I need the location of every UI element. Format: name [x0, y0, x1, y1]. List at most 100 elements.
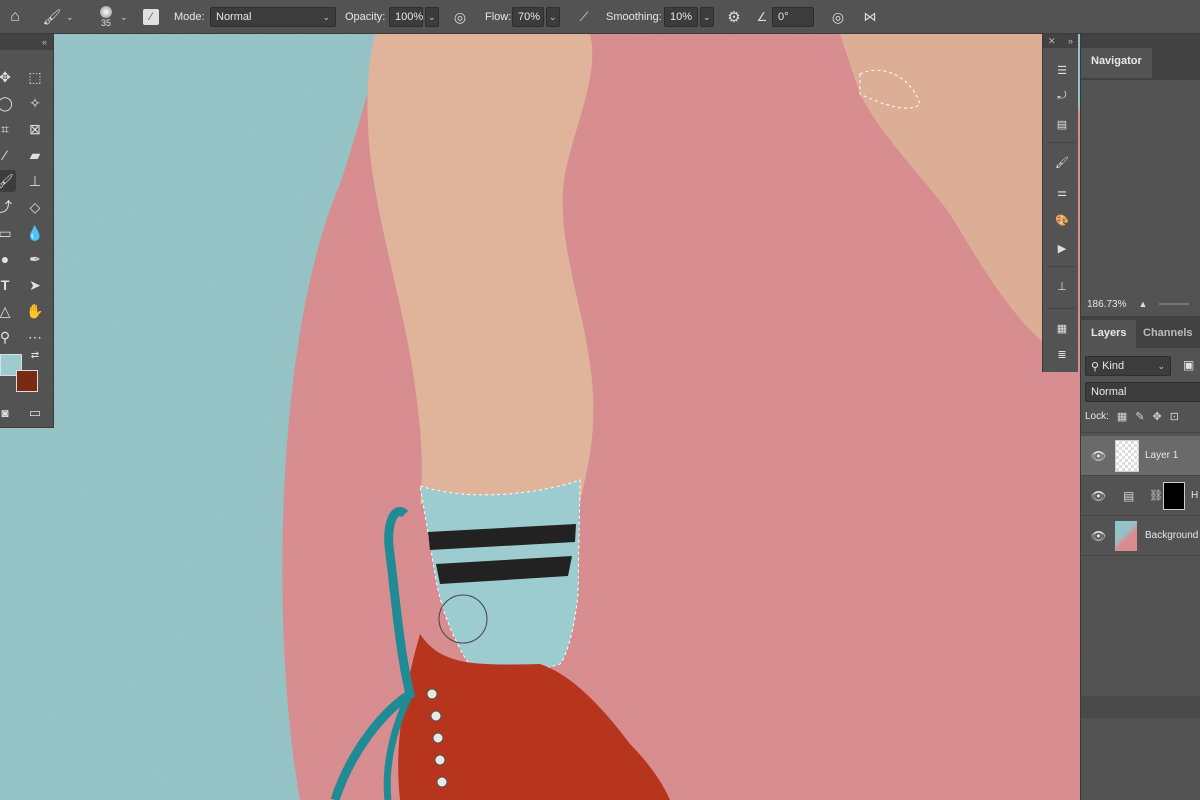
gradient-tool-icon[interactable]: ▭	[0, 222, 16, 244]
zoom-slider[interactable]	[1159, 303, 1190, 305]
smoothing-input[interactable]: 10%	[664, 7, 698, 27]
chevron-down-icon[interactable]: ⌄	[120, 0, 128, 34]
chevron-down-icon: ⌄	[1157, 360, 1165, 371]
navigator-zoom-value[interactable]: 186.73%	[1087, 299, 1126, 310]
blur-tool-icon[interactable]: 💧	[24, 222, 46, 244]
magic-wand-tool-icon[interactable]: ✧	[24, 92, 46, 114]
history-brush-tool-icon[interactable]: ⤴	[0, 196, 16, 218]
layers-panel: Layers Channels ⚲ Kind ⌄ ▣ Normal Lock: …	[1080, 316, 1200, 800]
actions-play-icon[interactable]: ▶	[1052, 238, 1072, 258]
lock-artboard-icon[interactable]: ⊡	[1170, 410, 1179, 423]
brush-tool-icon[interactable]: 🖌	[0, 170, 16, 192]
brush-preset-icon[interactable]: 🖌	[40, 0, 64, 34]
chevron-down-icon: ⌄	[322, 11, 330, 22]
lock-pixels-icon[interactable]: ✎	[1135, 410, 1144, 423]
panel-icon-strip: ✕ » ☰ ⤾ ▤ 🖌 ⚌ 🎨 ▶ ⊥ ▦ ≣	[1042, 34, 1078, 372]
notes-icon[interactable]: ▦	[1052, 318, 1072, 338]
collapse-toolbar-button[interactable]: «	[0, 34, 53, 50]
clone-stamp-tool-icon[interactable]: ⊥	[24, 170, 46, 192]
gear-icon[interactable]: ⚙	[724, 0, 744, 34]
crop-tool-icon[interactable]: ⌗	[0, 118, 16, 140]
airbrush-icon[interactable]: ⟋	[573, 0, 595, 34]
background-color-swatch[interactable]	[16, 370, 38, 392]
path-selection-tool-icon[interactable]: ➤	[24, 274, 46, 296]
clone-source-icon[interactable]: ⊥	[1052, 276, 1072, 296]
layer-mask-thumbnail[interactable]	[1163, 481, 1185, 510]
more-tools-icon[interactable]: ⋯	[24, 326, 46, 348]
shape-tool-icon[interactable]: △	[0, 300, 16, 322]
image-filter-icon[interactable]: ▣	[1183, 358, 1194, 372]
visibility-eye-icon[interactable]: 👁	[1091, 489, 1106, 503]
home-icon[interactable]: ⌂	[4, 0, 26, 34]
layer-name[interactable]: Layer 1	[1145, 450, 1178, 461]
mode-value: Normal	[216, 11, 252, 23]
layer-name[interactable]: Background	[1145, 530, 1198, 541]
flow-dropdown[interactable]: ⌄	[546, 7, 560, 27]
pressure-size-icon[interactable]: ◎	[828, 0, 848, 34]
adjustments-icon[interactable]: ☰	[1052, 60, 1072, 80]
brush-tip-icon	[100, 6, 112, 18]
chevron-down-icon[interactable]: ⌄	[66, 0, 74, 34]
smoothing-dropdown[interactable]: ⌄	[700, 7, 714, 27]
angle-icon: ∠	[756, 10, 768, 24]
frame-tool-icon[interactable]: ⊠	[24, 118, 46, 140]
navigator-panel: Navigator 186.73% ▲	[1080, 34, 1200, 316]
hand-tool-icon[interactable]: ✋	[24, 300, 46, 322]
expand-panels-icon[interactable]: »	[1068, 34, 1073, 48]
layer-filter-select[interactable]: ⚲ Kind ⌄	[1085, 356, 1171, 376]
tab-channels[interactable]: Channels	[1133, 320, 1200, 348]
dodge-tool-icon[interactable]: ●	[0, 248, 16, 270]
layer-thumbnail	[1115, 439, 1139, 472]
layer-row[interactable]: 👁 Background	[1081, 516, 1200, 556]
lock-position-icon[interactable]: ✥	[1153, 410, 1162, 423]
tab-navigator[interactable]: Navigator	[1081, 48, 1152, 78]
brush-size-picker[interactable]: 35	[96, 0, 116, 34]
pen-tool-icon[interactable]: ✒	[24, 248, 46, 270]
visibility-eye-icon[interactable]: 👁	[1091, 449, 1106, 463]
blend-mode-select[interactable]: Normal	[1085, 382, 1200, 402]
tab-layers[interactable]: Layers	[1081, 320, 1137, 348]
history-icon[interactable]: ⤾	[1052, 86, 1072, 106]
mode-label: Mode:	[174, 11, 205, 23]
flow-input[interactable]: 70%	[512, 7, 544, 27]
opacity-label: Opacity:	[345, 11, 386, 23]
tools-panel: « ✥ ⬚ ◯ ✧ ⌗ ⊠ ⁄ ▰ 🖌 ⊥ ⤴ ◇ ▭ 💧 ● ✒ T ➤ △ …	[0, 34, 54, 428]
opacity-dropdown[interactable]: ⌄	[425, 7, 439, 27]
eraser-tool-icon[interactable]: ◇	[24, 196, 46, 218]
marquee-tool-icon[interactable]: ⬚	[24, 66, 46, 88]
move-tool-icon[interactable]: ✥	[0, 66, 16, 88]
layer-name[interactable]: H	[1191, 490, 1198, 501]
layer-row[interactable]: 👁 ▤ ⛓ H	[1081, 476, 1200, 516]
properties-icon[interactable]: ⚌	[1052, 182, 1072, 202]
lasso-tool-icon[interactable]: ◯	[0, 92, 16, 114]
symmetry-icon[interactable]: ⋈	[860, 0, 880, 34]
link-icon[interactable]: ⛓	[1149, 489, 1163, 502]
angle-input[interactable]: 0°	[772, 7, 814, 27]
brush-settings-icon[interactable]: ∕	[142, 0, 160, 34]
screen-mode-icon[interactable]: ▭	[24, 402, 46, 424]
opacity-input[interactable]: 100%	[389, 7, 423, 27]
pressure-opacity-icon[interactable]: ◎	[450, 0, 470, 34]
document-canvas[interactable]	[0, 34, 1200, 800]
search-icon: ⚲	[1091, 360, 1100, 373]
mode-select[interactable]: Normal ⌄	[210, 7, 336, 27]
zoom-out-icon[interactable]: ▲	[1138, 299, 1147, 309]
type-tool-icon[interactable]: T	[0, 274, 16, 296]
filter-kind-value: Kind	[1102, 360, 1125, 372]
healing-brush-tool-icon[interactable]: ▰	[24, 144, 46, 166]
eyedropper-tool-icon[interactable]: ⁄	[0, 144, 16, 166]
paragraph-icon[interactable]: ≣	[1052, 344, 1072, 364]
zoom-tool-icon[interactable]: ⚲	[0, 326, 16, 348]
quick-mask-icon[interactable]: ◙	[0, 402, 16, 424]
smoothing-label: Smoothing:	[606, 11, 662, 23]
layer-row[interactable]: 👁 Layer 1	[1081, 436, 1200, 476]
brush-settings-panel-icon[interactable]: 🖌	[1052, 152, 1072, 172]
lock-transparent-icon[interactable]: ▦	[1117, 410, 1127, 423]
brush-size-value: 35	[100, 18, 111, 28]
swap-colors-icon[interactable]: ⇄	[28, 348, 42, 362]
close-icon[interactable]: ✕	[1048, 34, 1056, 48]
libraries-icon[interactable]: ▤	[1052, 114, 1072, 134]
visibility-eye-icon[interactable]: 👁	[1091, 529, 1106, 543]
options-bar: ⌂ 🖌 ⌄ 35 ⌄ ∕ Mode: Normal ⌄ Opacity: 100%…	[0, 0, 1200, 34]
color-palette-icon[interactable]: 🎨	[1052, 210, 1072, 230]
